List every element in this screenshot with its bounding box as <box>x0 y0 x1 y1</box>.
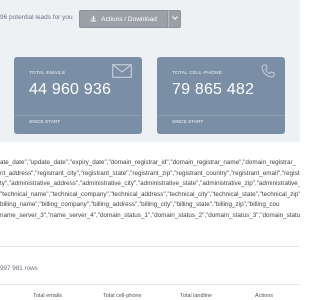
stat-card-emails: TOTAL EMAILS 44 960 936 SINCE START <box>14 57 142 134</box>
card-divider <box>157 115 285 116</box>
table-header-cell: Total landline <box>180 293 213 299</box>
columns-line: ate_date","update_date","expiry_date","d… <box>0 159 297 166</box>
columns-line: nt_address","registrant_city","registran… <box>0 169 300 177</box>
actions-dropdown-toggle[interactable] <box>168 10 181 28</box>
stat-card-cellphone: TOTAL CELL-PHONE 79 865 482 SINCE START <box>157 57 285 134</box>
stat-value: 79 865 482 <box>172 81 255 98</box>
columns-line: ty","administrative_address","administra… <box>0 180 300 187</box>
stat-footnote: SINCE START <box>29 120 61 125</box>
columns-line: name_server_3","name_server_4","domain_s… <box>0 211 300 219</box>
stat-label: TOTAL EMAILS <box>29 71 66 76</box>
section-divider <box>0 284 300 285</box>
envelope-icon <box>112 64 132 83</box>
columns-line: billing_name","billing_company","billing… <box>0 201 280 208</box>
phone-icon <box>261 64 275 83</box>
section-divider <box>0 246 300 247</box>
stat-label: TOTAL CELL-PHONE <box>172 71 223 76</box>
leads-count-text: 96 potential leads for you <box>0 14 73 21</box>
stat-value: 44 960 936 <box>29 81 112 98</box>
table-header: Total emails Total cell-phone Total land… <box>0 292 300 300</box>
card-divider <box>14 115 142 116</box>
actions-download-button[interactable]: Actions / Download <box>79 10 168 28</box>
stat-footnote: SINCE START <box>172 120 204 125</box>
columns-line: "technical_name","technical_company","te… <box>0 190 300 198</box>
actions-button-group[interactable]: Actions / Download <box>79 10 181 28</box>
rows-count: 997 981 rows <box>0 265 38 272</box>
table-header-cell: Actions <box>255 293 274 299</box>
table-header-cell: Total emails <box>33 293 63 299</box>
actions-download-label: Actions / Download <box>101 15 157 23</box>
download-icon <box>90 15 97 24</box>
columns-preview: ate_date","update_date","expiry_date","d… <box>0 158 300 221</box>
table-header-cell: Total cell-phone <box>103 293 142 299</box>
chevron-down-icon <box>171 16 178 22</box>
